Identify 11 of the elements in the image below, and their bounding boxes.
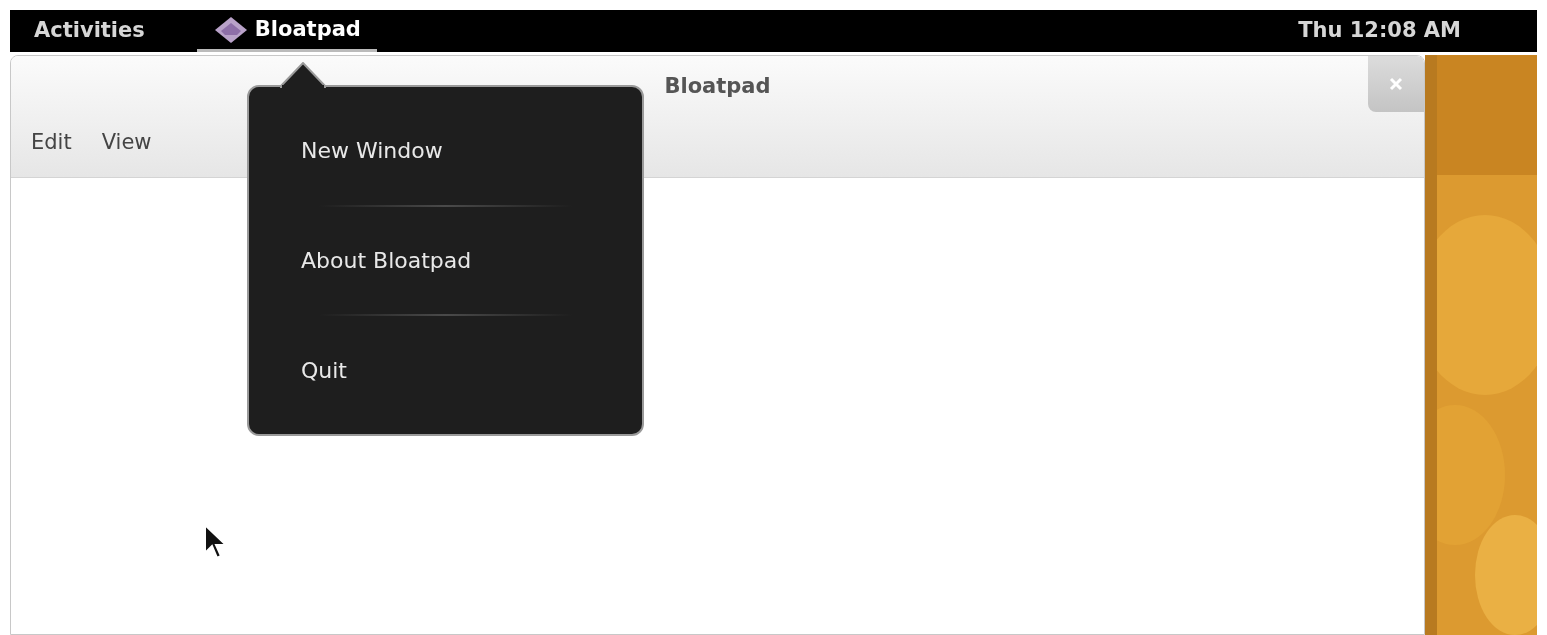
menu-item[interactable]: Edit: [31, 127, 72, 159]
activities-button[interactable]: Activities: [34, 15, 145, 47]
popup-menu-item[interactable]: About Bloatpad: [301, 244, 472, 277]
clock[interactable]: Thu 12:08 AM: [1298, 15, 1461, 47]
popup-menu-item[interactable]: Quit: [301, 353, 347, 387]
app-menu-button[interactable]: Bloatpad: [196, 10, 377, 52]
close-icon: [1389, 77, 1403, 91]
close-button[interactable]: [1368, 56, 1424, 112]
popup-menu-item[interactable]: New Window: [301, 134, 443, 168]
window-title: Bloatpad: [664, 73, 771, 101]
menu-item[interactable]: View: [101, 127, 152, 159]
